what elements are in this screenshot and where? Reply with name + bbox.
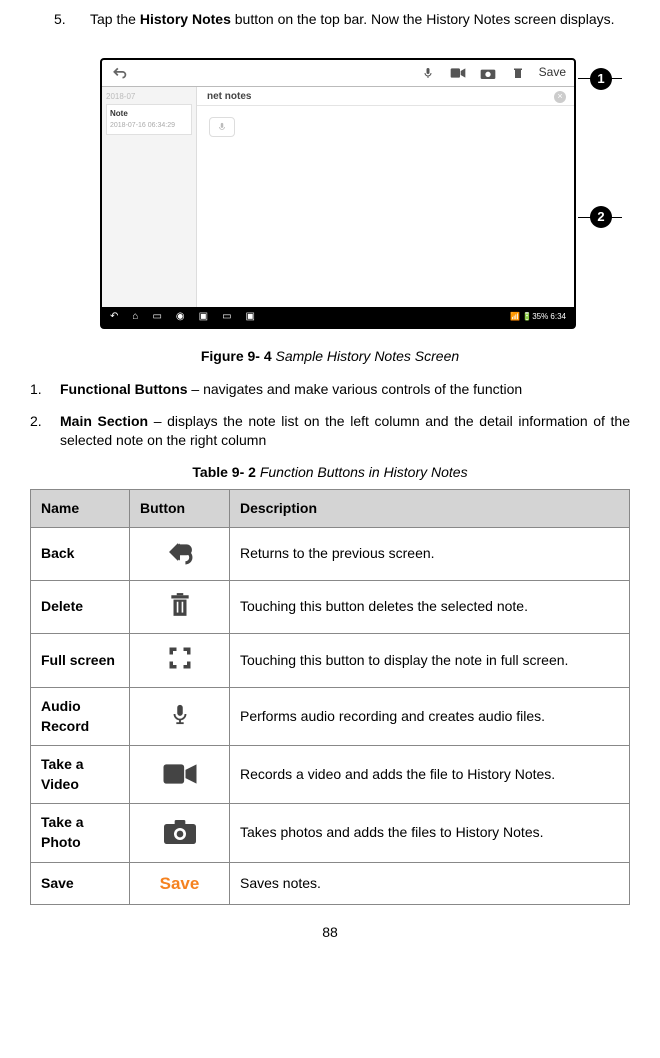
th-button: Button — [130, 489, 230, 528]
step5-post: button on the top bar. Now the History N… — [231, 11, 615, 27]
step-5: 5. Tap the History Notes button on the t… — [54, 10, 630, 30]
table-row: Save Save Saves notes. — [31, 862, 630, 905]
step-5-number: 5. — [54, 10, 90, 30]
fullscreen-icon — [162, 643, 198, 673]
row-save-desc: Saves notes. — [230, 862, 630, 905]
item1-rest: – navigates and make various controls of… — [188, 381, 523, 397]
nav-recent-icon: ▭ — [152, 310, 161, 324]
row-fullscreen-name: Full screen — [31, 634, 130, 688]
camera-icon — [162, 817, 198, 847]
audio-clip-icon — [209, 117, 235, 137]
figure-caption: Figure 9- 4 Sample History Notes Screen — [30, 347, 630, 367]
item2-bold: Main Section — [60, 413, 148, 429]
list-item-1: 1. Functional Buttons – navigates and ma… — [30, 380, 630, 400]
note-card: Note 2018-07-16 06:34:29 — [106, 104, 192, 135]
camera-icon — [479, 64, 497, 82]
note-list-column: 2018-07 Note 2018-07-16 06:34:29 — [102, 87, 197, 307]
screenshot-body: 2018-07 Note 2018-07-16 06:34:29 net not… — [102, 87, 574, 307]
nav-cam-icon: ◉ — [176, 310, 185, 324]
note-date: 2018-07-16 06:34:29 — [110, 121, 188, 131]
row-save-button: Save — [130, 862, 230, 905]
nav-vci-icon: ▭ — [222, 310, 231, 324]
row-back-name: Back — [31, 528, 130, 581]
mic-icon — [162, 699, 198, 729]
mic-icon — [419, 64, 437, 82]
save-text: Save — [539, 64, 566, 81]
tablecap-bold: Table 9- 2 — [192, 464, 256, 480]
back-icon — [110, 64, 128, 82]
th-desc: Description — [230, 489, 630, 528]
tablecap-italic: Function Buttons in History Notes — [256, 464, 468, 480]
table-caption: Table 9- 2 Function Buttons in History N… — [30, 463, 630, 483]
table-row: Audio Record Performs audio recording an… — [31, 687, 630, 745]
row-photo-name: Take a Photo — [31, 804, 130, 862]
video-icon — [449, 64, 467, 82]
row-fullscreen-button — [130, 634, 230, 688]
row-back-button — [130, 528, 230, 581]
row-fullscreen-desc: Touching this button to display the note… — [230, 634, 630, 688]
table-row: Full screen Touching this button to disp… — [31, 634, 630, 688]
row-video-button — [130, 746, 230, 804]
step5-pre: Tap the — [90, 11, 140, 27]
row-audio-name: Audio Record — [31, 687, 130, 745]
close-icon: × — [554, 91, 566, 103]
month-label: 2018-07 — [106, 91, 192, 102]
row-video-desc: Records a video and adds the file to His… — [230, 746, 630, 804]
table-row: Take a Video Records a video and adds th… — [31, 746, 630, 804]
callout-badge-2: 2 — [590, 206, 612, 228]
step-5-text: Tap the History Notes button on the top … — [90, 10, 630, 30]
page-number: 88 — [30, 923, 630, 943]
table-header-row: Name Button Description — [31, 489, 630, 528]
item2-num: 2. — [30, 412, 60, 451]
function-buttons-table: Name Button Description Back Returns to … — [30, 489, 630, 906]
item1-text: Functional Buttons – navigates and make … — [60, 380, 630, 400]
item2-text: Main Section – displays the note list on… — [60, 412, 630, 451]
table-row: Delete Touching this button deletes the … — [31, 580, 630, 634]
row-back-desc: Returns to the previous screen. — [230, 528, 630, 581]
row-delete-name: Delete — [31, 580, 130, 634]
status-text: 📶 🔋35% 6:34 — [510, 311, 566, 322]
note-tab-label: net notes — [207, 90, 251, 106]
row-photo-button — [130, 804, 230, 862]
row-save-name: Save — [31, 862, 130, 905]
row-delete-button — [130, 580, 230, 634]
table-row: Back Returns to the previous screen. — [31, 528, 630, 581]
back-icon — [162, 537, 198, 567]
table-row: Take a Photo Takes photos and adds the f… — [31, 804, 630, 862]
screenshot-bottombar: ↶ ⌂ ▭ ◉ ▣ ▭ ▣ 📶 🔋35% 6:34 — [102, 307, 574, 327]
nav-home-icon: ⌂ — [132, 310, 138, 324]
figure-wrapper: Save 2018-07 Note 2018-07-16 06:34:29 ne… — [30, 58, 630, 329]
row-video-name: Take a Video — [31, 746, 130, 804]
nav-car-icon: ▣ — [246, 310, 255, 324]
note-title: Note — [110, 108, 188, 119]
th-name: Name — [31, 489, 130, 528]
item1-num: 1. — [30, 380, 60, 400]
trash-icon — [509, 64, 527, 82]
save-label-icon: Save — [160, 874, 200, 893]
figcap-bold: Figure 9- 4 — [201, 348, 272, 364]
row-audio-desc: Performs audio recording and creates aud… — [230, 687, 630, 745]
callout-badge-1: 1 — [590, 68, 612, 90]
nav-app1-icon: ▣ — [199, 310, 208, 324]
note-detail-column: net notes × — [197, 87, 574, 307]
figcap-italic: Sample History Notes Screen — [272, 348, 460, 364]
trash-icon — [162, 590, 198, 620]
sample-screenshot: Save 2018-07 Note 2018-07-16 06:34:29 ne… — [100, 58, 576, 329]
nav-back-icon: ↶ — [110, 310, 118, 324]
step5-bold: History Notes — [140, 11, 231, 27]
video-icon — [162, 759, 198, 789]
row-audio-button — [130, 687, 230, 745]
row-photo-desc: Takes photos and adds the files to Histo… — [230, 804, 630, 862]
row-delete-desc: Touching this button deletes the selecte… — [230, 580, 630, 634]
list-item-2: 2. Main Section – displays the note list… — [30, 412, 630, 451]
item1-bold: Functional Buttons — [60, 381, 188, 397]
screenshot-topbar: Save — [102, 60, 574, 87]
